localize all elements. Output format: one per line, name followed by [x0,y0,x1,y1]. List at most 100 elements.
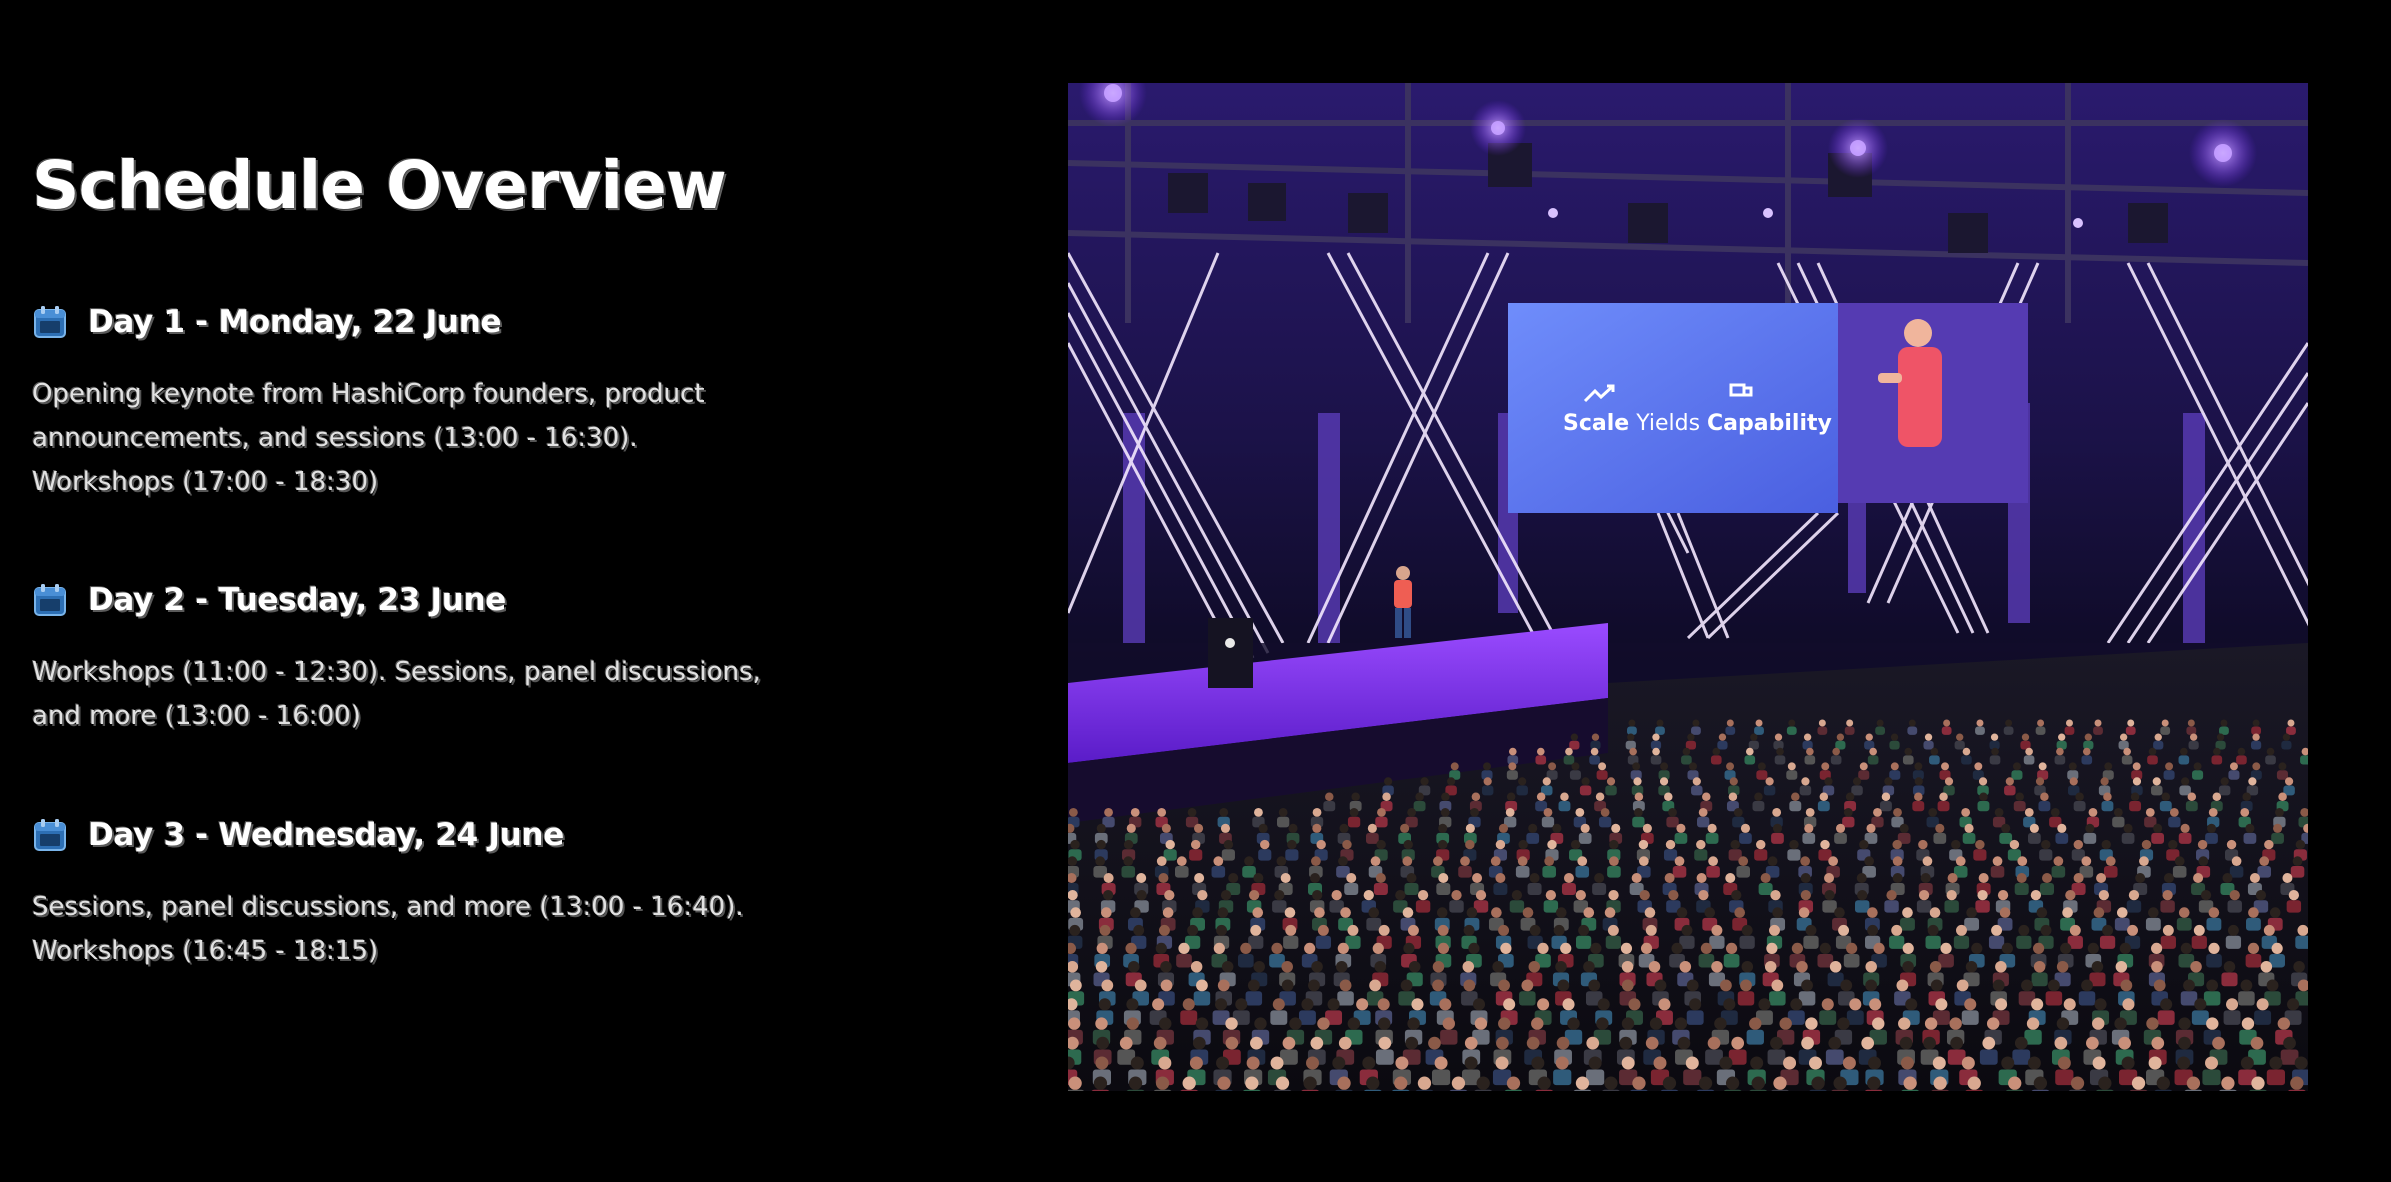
audience-member-head [1820,839,1830,850]
audience-member-head [1627,733,1635,741]
audience-member-head [1133,924,1145,936]
audience-member-head [1588,1056,1602,1070]
audience-member-body [2205,832,2218,844]
audience-member-head [1528,823,1538,833]
audience-member-head [1668,808,1677,817]
audience-member-body [1754,849,1768,861]
audience-member-head [2277,1017,2291,1030]
audience-member-head [1159,1017,1172,1030]
audience-member-head [1378,924,1390,936]
audience-member-body [2236,755,2247,765]
audience-member-head [1351,792,1360,801]
audience-member-head [1356,998,1369,1011]
audience-member-head [1682,747,1691,756]
audience-member-head [1347,924,1359,936]
audience-member-head [2154,733,2162,741]
audience-member-head [1377,808,1386,817]
audience-member-head [1096,942,1108,955]
audience-member-body [1900,917,1915,931]
audience-member-head [1563,873,1574,883]
audience-member-head [1405,1036,1419,1050]
audience-member-body [2012,1049,2031,1065]
audience-member-head [1402,907,1414,918]
audience-member-head [1187,924,1199,936]
audience-member-body [1276,816,1290,828]
audience-member-head [2141,839,2152,850]
audience-member-head [1093,1076,1108,1090]
audience-member-body [1558,801,1571,812]
audience-member-head [1196,979,1208,992]
audience-member-head [1235,998,1248,1011]
audience-member-body [2126,900,2142,913]
audience-member-body [1258,849,1272,861]
audience-member-body [1602,1089,1620,1091]
audience-member-head [1557,979,1570,992]
audience-member-head [1804,823,1814,833]
audience-member-body [2096,1089,2114,1091]
audience-member-head [1639,890,1650,901]
audience-member-body [2014,883,2029,895]
audience-member-head [1555,1056,1569,1070]
audience-member-head [1836,733,1845,741]
audience-member-head [1884,777,1893,786]
audience-member-head [2229,890,2240,901]
audience-member-body [1392,1089,1410,1091]
audience-member-head [1621,961,1634,973]
audience-member-body [1189,849,1203,861]
audience-member-head [1951,839,1961,850]
audience-member-head [1069,924,1081,936]
audience-member-head [1645,924,1657,936]
audience-member-body [1126,1089,1145,1091]
audience-member-head [1751,1076,1765,1090]
audience-member-head [1668,890,1679,901]
audience-member-body [1605,935,1621,949]
audience-member-head [1575,890,1586,901]
audience-member-body [1672,866,1687,878]
audience-member-head [1123,839,1134,850]
audience-member-head [1632,762,1641,771]
audience-member-head [1712,747,1721,756]
audience-member-head [1518,839,1528,850]
audience-member-head [1287,839,1297,850]
audience-member-head [1779,1017,1792,1030]
audience-member-head [1158,873,1169,883]
audience-member-head [1900,1056,1914,1070]
audience-member-head [1317,924,1329,936]
day-1-block: Day 1 - Monday, 22 June Opening keynote … [32,300,772,504]
audience-member-head [2123,823,2133,833]
audience-member-head [1868,1056,1882,1070]
audience-member-head [1631,873,1642,883]
audience-member-head [1979,792,1988,801]
audience-member-head [1638,856,1649,867]
audience-member-head [1833,1076,1847,1090]
audience-member-head [2069,777,2078,786]
audience-member-body [1739,832,1752,844]
audience-member-head [1995,961,2007,973]
audience-member-head [1182,1076,1196,1090]
audience-member-head [2208,907,2220,918]
audience-member-head [2065,719,2073,727]
audience-member-head [1665,839,1676,850]
audience-member-head [2200,890,2212,901]
audience-member-head [2293,961,2305,973]
audience-member-body [2211,755,2223,765]
audience-member-body [2039,849,2053,861]
audience-member-body [1660,1089,1679,1091]
audience-member-head [1536,792,1546,801]
audience-member-head [2119,942,2131,955]
audience-member-head [2085,823,2095,833]
audience-member-head [1531,1056,1545,1070]
audience-member-body [1758,883,1773,895]
calendar-icon [34,584,66,616]
audience-member-body [1569,740,1580,750]
audience-member-head [1406,873,1417,883]
audience-member-head [2102,924,2114,936]
audience-member-head [2040,792,2049,801]
audience-member-body [2192,770,2204,780]
slide-word-yields: Yields [1629,411,1707,436]
audience-member-head [1640,942,1653,955]
audience-member-head [2057,1056,2071,1070]
audience-member-head [1770,1036,1783,1050]
audience-member-head [1311,856,1321,867]
audience-member-head [1472,873,1483,883]
